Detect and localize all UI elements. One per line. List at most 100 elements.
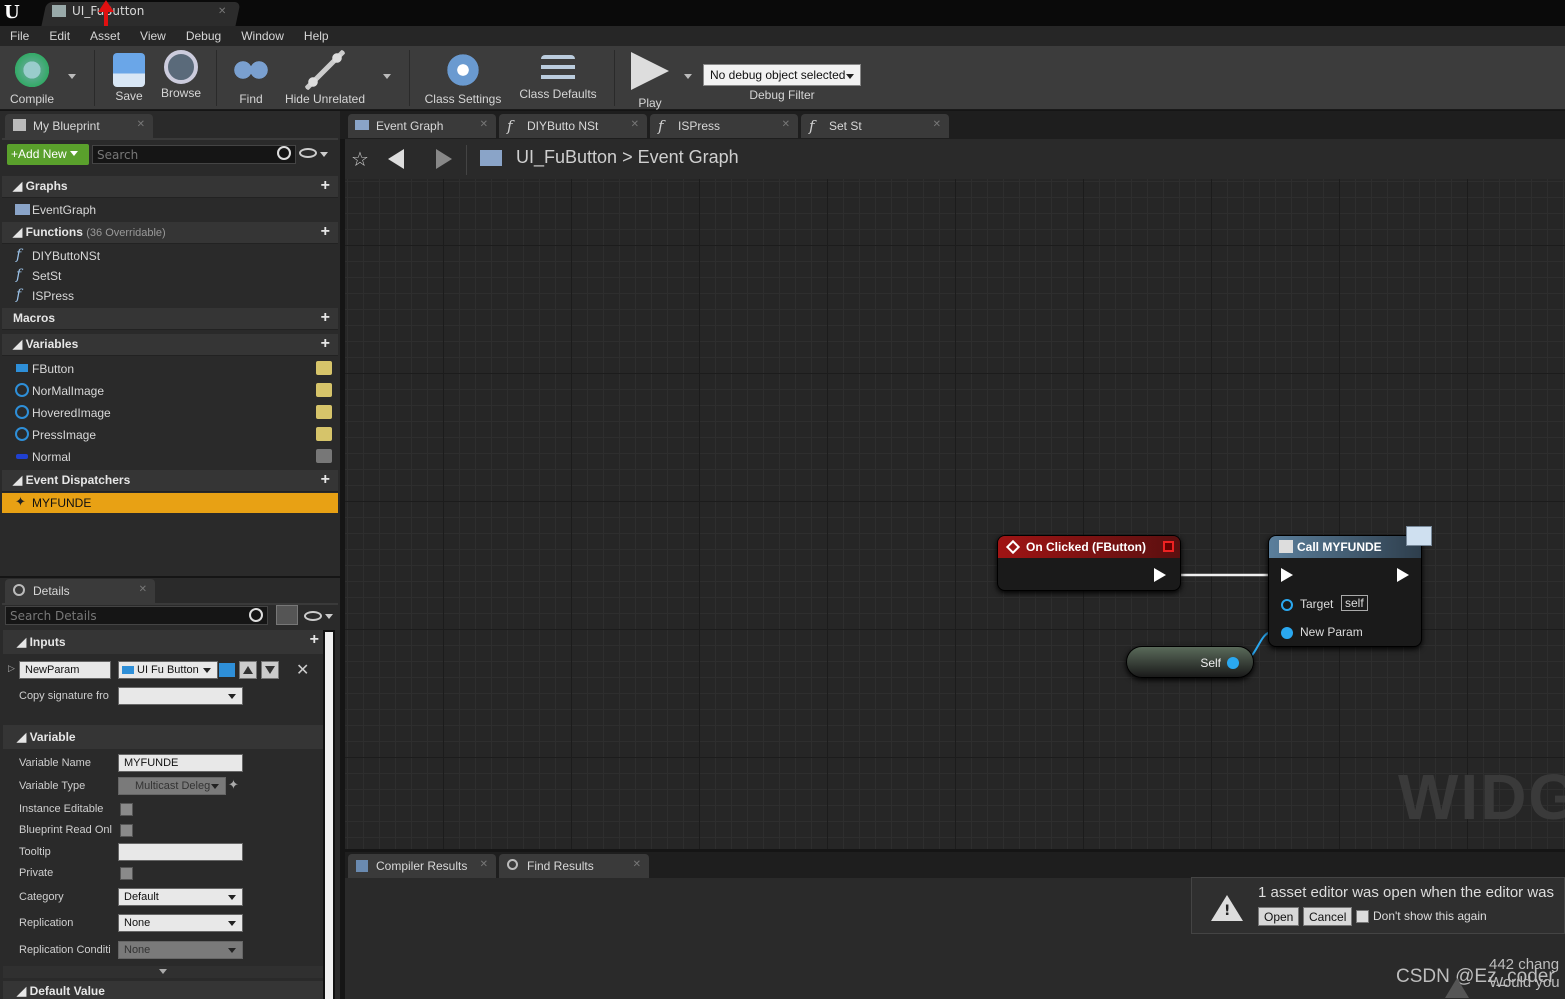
favorite-star-icon[interactable]: ☆ xyxy=(351,147,369,171)
chevron-down-icon[interactable] xyxy=(325,614,333,619)
expand-arrow-icon[interactable]: ▷ xyxy=(8,664,15,674)
menu-window[interactable]: Window xyxy=(241,29,284,43)
cancel-button[interactable]: Cancel xyxy=(1303,907,1353,926)
section-default-value[interactable]: ◢ Default Value xyxy=(3,981,323,999)
class-settings-button[interactable]: Class Settings xyxy=(420,46,506,110)
close-icon[interactable]: ✕ xyxy=(933,119,941,130)
event-delegate-pin-icon[interactable] xyxy=(1163,541,1174,552)
close-icon[interactable]: ✕ xyxy=(631,119,639,130)
close-icon[interactable]: ✕ xyxy=(480,119,488,130)
hide-unrelated-button[interactable]: Hide Unrelated xyxy=(282,46,368,110)
menu-debug[interactable]: Debug xyxy=(186,29,221,43)
add-new-button[interactable]: +Add New xyxy=(7,144,89,165)
add-input-icon[interactable]: + xyxy=(310,631,319,649)
document-tab[interactable]: UI_FuButton xyxy=(52,4,232,24)
variable-item-fbutton[interactable]: FButton xyxy=(2,359,338,379)
section-variable[interactable]: ◢ Variable xyxy=(3,725,323,749)
close-icon[interactable]: ✕ xyxy=(633,859,641,870)
breadcrumb-leaf[interactable]: Event Graph xyxy=(638,147,739,167)
add-graph-icon[interactable]: + xyxy=(321,177,330,195)
add-variable-icon[interactable]: + xyxy=(321,335,330,353)
section-variables[interactable]: ◢ Variables + xyxy=(2,334,338,356)
blueprint-search-input[interactable]: Search xyxy=(92,145,296,164)
view-options-eye-icon[interactable] xyxy=(304,611,322,621)
play-dropdown-icon[interactable] xyxy=(684,74,692,79)
tab-setst[interactable]: f Set St ✕ xyxy=(801,114,949,138)
graph-item-eventgraph[interactable]: EventGraph xyxy=(2,200,338,220)
tab-find-results[interactable]: Find Results ✕ xyxy=(499,854,649,878)
tab-diybuttonst[interactable]: f DIYButto NSt ✕ xyxy=(499,114,647,138)
close-icon[interactable]: ✕ xyxy=(139,584,147,595)
details-search-input[interactable]: Search Details xyxy=(5,606,268,625)
menu-asset[interactable]: Asset xyxy=(90,29,120,43)
view-options-eye-icon[interactable] xyxy=(299,148,317,158)
section-inputs[interactable]: ◢ Inputs + xyxy=(3,630,323,654)
remove-param-icon[interactable]: ✕ xyxy=(296,660,309,679)
eye-icon[interactable] xyxy=(316,361,332,375)
tab-compiler-results[interactable]: Compiler Results ✕ xyxy=(348,854,496,878)
copy-signature-select[interactable] xyxy=(118,687,243,705)
add-dispatcher-icon[interactable]: + xyxy=(321,471,330,489)
container-type-icon[interactable] xyxy=(219,663,235,677)
compile-button[interactable]: Compile xyxy=(4,46,60,110)
advanced-expander[interactable] xyxy=(3,966,323,978)
bp-readonly-checkbox[interactable] xyxy=(120,824,133,837)
instance-editable-checkbox[interactable] xyxy=(120,803,133,816)
self-out-pin[interactable] xyxy=(1227,657,1239,669)
menu-view[interactable]: View xyxy=(140,29,166,43)
function-item-ispress[interactable]: f ISPress xyxy=(2,286,338,306)
browse-button[interactable]: Browse xyxy=(156,46,206,110)
eye-icon[interactable] xyxy=(316,383,332,397)
private-checkbox[interactable] xyxy=(120,867,133,880)
close-icon[interactable]: ✕ xyxy=(218,6,226,17)
open-button[interactable]: Open xyxy=(1258,907,1300,926)
on-clicked-node[interactable]: On Clicked (FButton) xyxy=(997,535,1181,591)
variable-name-input[interactable]: MYFUNDE xyxy=(118,754,243,772)
function-item-diybuttonst[interactable]: f DIYButtoNSt xyxy=(2,246,338,266)
section-macros[interactable]: Macros + xyxy=(2,308,338,330)
target-pin[interactable] xyxy=(1281,599,1293,611)
exec-out-pin[interactable] xyxy=(1397,568,1409,582)
hide-unrelated-dropdown-icon[interactable] xyxy=(383,74,391,79)
close-icon[interactable]: ✕ xyxy=(782,119,790,130)
eye-icon[interactable] xyxy=(316,449,332,463)
variable-item-pressimage[interactable]: PressImage xyxy=(2,425,338,445)
play-button[interactable]: Play xyxy=(624,46,676,110)
replication-select[interactable]: None xyxy=(118,914,243,932)
param-type-select[interactable]: UI Fu Button xyxy=(118,661,218,679)
property-matrix-icon[interactable] xyxy=(276,605,298,625)
section-graphs[interactable]: ◢ Graphs + xyxy=(2,176,338,198)
debug-object-select[interactable]: No debug object selected xyxy=(703,64,861,86)
compile-dropdown-icon[interactable] xyxy=(68,74,76,79)
close-icon[interactable]: ✕ xyxy=(137,119,145,130)
move-up-icon[interactable] xyxy=(239,661,257,679)
save-button[interactable]: Save xyxy=(106,46,152,110)
exec-out-pin[interactable] xyxy=(1154,568,1166,582)
variable-item-normal[interactable]: Normal xyxy=(2,447,338,467)
find-button[interactable]: Find xyxy=(228,46,274,110)
function-item-setst[interactable]: f SetSt xyxy=(2,266,338,286)
back-arrow-icon[interactable] xyxy=(388,149,404,169)
section-event-dispatchers[interactable]: ◢ Event Dispatchers + xyxy=(2,470,338,492)
category-select[interactable]: Default xyxy=(118,888,243,906)
eye-icon[interactable] xyxy=(316,427,332,441)
exec-in-pin[interactable] xyxy=(1281,568,1293,582)
menu-help[interactable]: Help xyxy=(304,29,329,43)
self-node[interactable]: Self xyxy=(1126,646,1254,678)
variable-item-normalimage[interactable]: NorMalImage xyxy=(2,381,338,401)
section-functions[interactable]: ◢ Functions (36 Overridable) + xyxy=(2,222,338,244)
add-function-icon[interactable]: + xyxy=(321,223,330,241)
variable-item-hoveredimage[interactable]: HoveredImage xyxy=(2,403,338,423)
class-defaults-button[interactable]: Class Defaults xyxy=(514,46,602,110)
tab-ispress[interactable]: f ISPress ✕ xyxy=(650,114,798,138)
details-scrollbar-thumb[interactable] xyxy=(325,632,333,999)
menu-file[interactable]: File xyxy=(10,29,29,43)
dispatcher-item-myfunde[interactable]: ✦ MYFUNDE xyxy=(2,493,338,513)
menu-edit[interactable]: Edit xyxy=(49,29,70,43)
tab-my-blueprint[interactable]: My Blueprint ✕ xyxy=(5,114,153,138)
new-param-pin[interactable] xyxy=(1281,627,1293,639)
call-myfunde-node[interactable]: Call MYFUNDE Target self New Param xyxy=(1268,535,1422,647)
graph-canvas[interactable] xyxy=(345,179,1565,849)
forward-arrow-icon[interactable] xyxy=(436,149,452,169)
tab-event-graph[interactable]: Event Graph ✕ xyxy=(348,114,496,138)
